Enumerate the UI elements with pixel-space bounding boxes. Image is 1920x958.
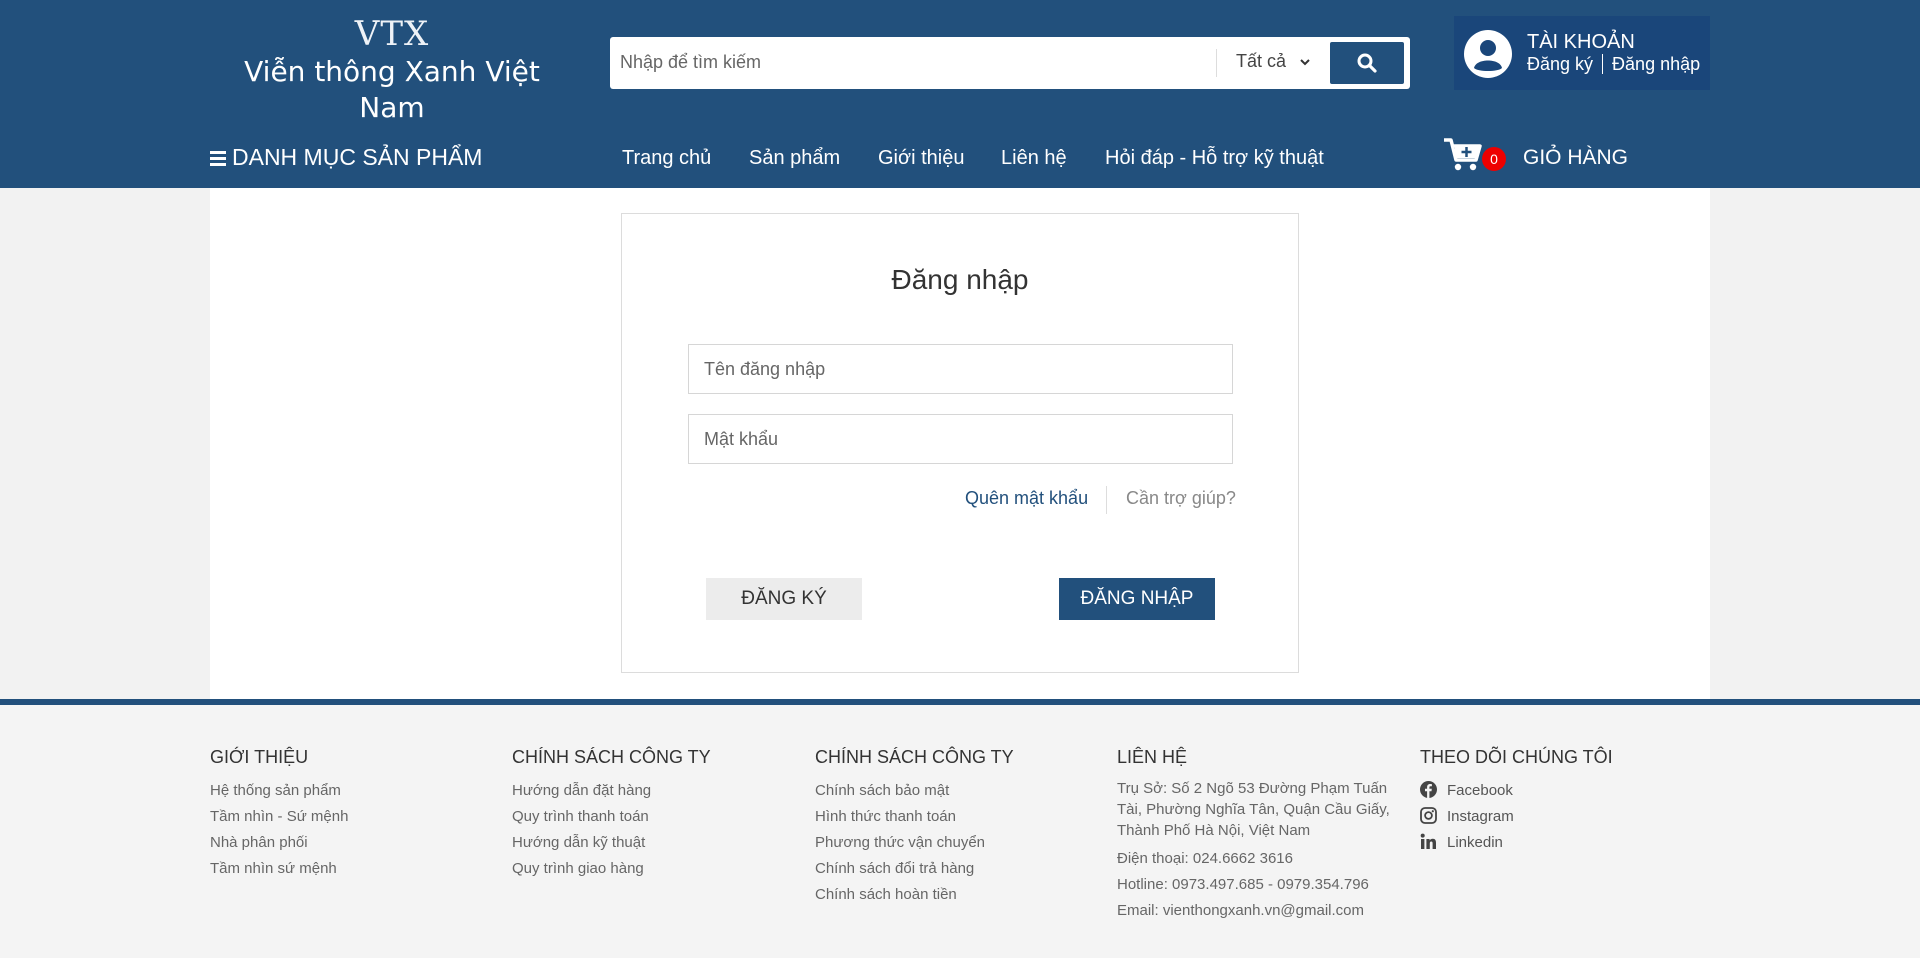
nav-support[interactable]: Hỏi đáp - Hỗ trợ kỹ thuật [1105, 147, 1324, 170]
search-input[interactable] [620, 42, 1220, 82]
password-field[interactable] [688, 414, 1233, 464]
register-button[interactable]: ĐĂNG KÝ [706, 578, 862, 620]
logo-mark: VTX [354, 14, 430, 54]
footer-link[interactable]: Chính sách bảo mật [815, 778, 1014, 804]
help-link[interactable]: Cần trợ giúp? [1126, 488, 1236, 509]
help-divider [1106, 486, 1107, 514]
forgot-password-link[interactable]: Quên mật khẩu [965, 488, 1088, 509]
user-avatar-icon[interactable] [1464, 30, 1512, 78]
register-link[interactable]: Đăng ký [1527, 54, 1593, 74]
contact-hotline: Hotline: 0973.497.685 - 0979.354.796 [1117, 876, 1369, 893]
footer-link[interactable]: Tầm nhìn sứ mệnh [210, 856, 348, 882]
search-category-select[interactable]: Tất cả [1236, 51, 1286, 72]
search-bar: Tất cả [610, 37, 1410, 89]
footer-col-title: CHÍNH SÁCH CÔNG TY [815, 747, 1014, 767]
footer-col-policy-1: CHÍNH SÁCH CÔNG TY Hướng dẫn đặt hàng Qu… [512, 747, 711, 882]
login-title: Đăng nhập [891, 264, 1029, 295]
search-button[interactable] [1330, 42, 1404, 84]
footer-col-title: THEO DÕI CHÚNG TÔI [1420, 747, 1613, 767]
linkedin-icon [1420, 833, 1436, 849]
facebook-label: Facebook [1447, 782, 1513, 799]
nav-home[interactable]: Trang chủ [622, 147, 711, 170]
site-header: VTX Viễn thông Xanh Việt Nam Tất cả TÀI … [0, 0, 1920, 188]
footer-link[interactable]: Hệ thống sản phẩm [210, 778, 348, 804]
footer-link[interactable]: Chính sách đổi trả hàng [815, 856, 1014, 882]
instagram-icon [1420, 807, 1437, 824]
footer-link[interactable]: Quy trình thanh toán [512, 804, 711, 830]
account-links: Đăng ký Đăng nhập [1527, 54, 1700, 75]
contact-address: Trụ Sở: Số 2 Ngõ 53 Đường Phạm Tuấn Tài,… [1117, 780, 1390, 839]
social-facebook[interactable]: Facebook [1420, 778, 1613, 804]
contact-phone: Điện thoại: 024.6662 3616 [1117, 850, 1293, 867]
chevron-down-icon[interactable] [1298, 55, 1312, 69]
cart-icon[interactable] [1442, 136, 1484, 172]
footer-col-about: GIỚI THIỆU Hệ thống sản phẩm Tầm nhìn - … [210, 747, 348, 882]
search-icon [1357, 53, 1377, 73]
footer-col-social: THEO DÕI CHÚNG TÔI Facebook Instagram Li… [1420, 747, 1613, 856]
cart-label[interactable]: GIỎ HÀNG [1523, 146, 1628, 170]
cart-count-badge: 0 [1482, 147, 1506, 171]
linkedin-label: Linkedin [1447, 834, 1503, 851]
logo-text: Viễn thông Xanh Việt Nam [244, 55, 540, 124]
account-divider [1602, 54, 1604, 74]
nav-products[interactable]: Sản phẩm [749, 147, 840, 170]
footer-col-contact: LIÊN HỆ Trụ Sở: Số 2 Ngõ 53 Đường Phạm T… [1117, 747, 1407, 924]
footer-link[interactable]: Hình thức thanh toán [815, 804, 1014, 830]
footer-link[interactable]: Nhà phân phối [210, 830, 348, 856]
login-button[interactable]: ĐĂNG NHẬP [1059, 578, 1215, 620]
footer-link[interactable]: Tầm nhìn - Sứ mệnh [210, 804, 348, 830]
username-field[interactable] [688, 344, 1233, 394]
login-form: Đăng nhập Quên mật khẩu Cần trợ giúp? ĐĂ… [621, 213, 1299, 673]
instagram-label: Instagram [1447, 808, 1514, 825]
menu-bars-icon [210, 151, 226, 166]
contact-email: Email: vienthongxanh.vn@gmail.com [1117, 902, 1365, 919]
nav-contact[interactable]: Liên hệ [1001, 147, 1067, 170]
site-footer: GIỚI THIỆU Hệ thống sản phẩm Tầm nhìn - … [0, 705, 1920, 958]
search-divider [1216, 49, 1217, 77]
footer-link[interactable]: Quy trình giao hàng [512, 856, 711, 882]
footer-link[interactable]: Phương thức vận chuyển [815, 830, 1014, 856]
account-title: TÀI KHOẢN [1527, 31, 1635, 53]
login-link[interactable]: Đăng nhập [1612, 54, 1700, 74]
category-label: DANH MỤC SẢN PHẨM [232, 144, 483, 170]
nav-about[interactable]: Giới thiệu [878, 147, 964, 170]
footer-link[interactable]: Hướng dẫn đặt hàng [512, 778, 711, 804]
facebook-icon [1420, 781, 1437, 798]
footer-col-title: LIÊN HỆ [1117, 747, 1188, 767]
account-panel: TÀI KHOẢN Đăng ký Đăng nhập [1454, 16, 1710, 90]
social-linkedin[interactable]: Linkedin [1420, 830, 1613, 856]
product-category-menu[interactable]: DANH MỤC SẢN PHẨM [210, 144, 482, 171]
footer-col-policy-2: CHÍNH SÁCH CÔNG TY Chính sách bảo mật Hì… [815, 747, 1014, 908]
footer-col-title: GIỚI THIỆU [210, 747, 309, 767]
site-logo[interactable]: VTX Viễn thông Xanh Việt Nam [212, 14, 572, 126]
social-instagram[interactable]: Instagram [1420, 804, 1613, 830]
footer-col-title: CHÍNH SÁCH CÔNG TY [512, 747, 711, 767]
footer-link[interactable]: Chính sách hoàn tiền [815, 882, 1014, 908]
footer-link[interactable]: Hướng dẫn kỹ thuật [512, 830, 711, 856]
